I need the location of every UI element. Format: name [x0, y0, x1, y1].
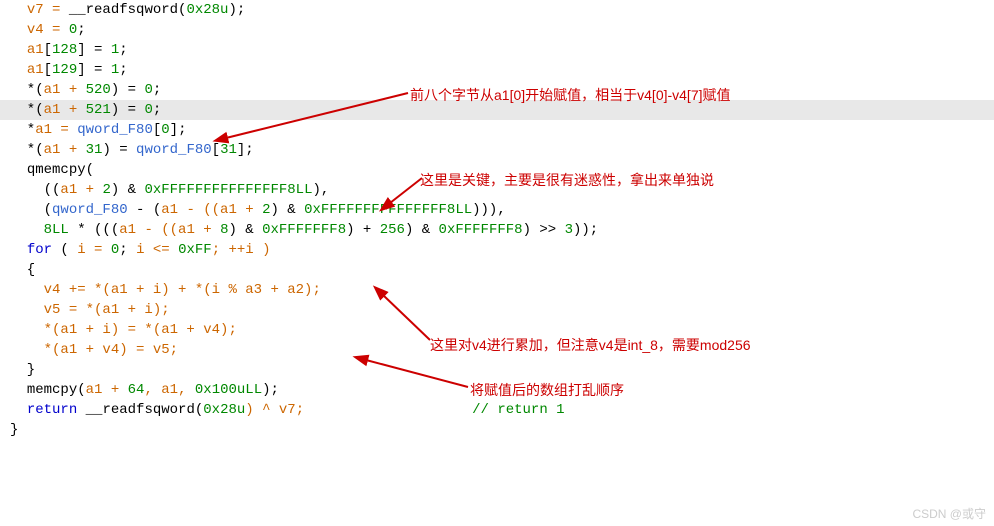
annotation-2: 这里是关键，主要是很有迷惑性，拿出来单独说: [420, 170, 714, 190]
code-line: }: [0, 360, 994, 380]
code-line: *(a1 + 31) = qword_F80[31];: [0, 140, 994, 160]
code-line: v5 = *(a1 + i);: [0, 300, 994, 320]
code-line: v7 = __readfsqword(0x28u);: [0, 0, 994, 20]
arrow-icon: [358, 355, 473, 395]
code-line: for ( i = 0; i <= 0xFF; ++i ): [0, 240, 994, 260]
code-line: return __readfsqword(0x28u) ^ v7; // ret…: [0, 400, 994, 420]
watermark: CSDN @或守: [912, 505, 986, 522]
code-line: a1[128] = 1;: [0, 40, 994, 60]
code-line: *a1 = qword_F80[0];: [0, 120, 994, 140]
arrow-icon: [382, 175, 432, 210]
code-line: v4 += *(a1 + i) + *(i % a3 + a2);: [0, 280, 994, 300]
code-line: (qword_F80 - (a1 - ((a1 + 2) & 0xFFFFFFF…: [0, 200, 994, 220]
annotation-1: 前八个字节从a1[0]开始赋值，相当于v4[0]-v4[7]赋值: [410, 85, 731, 105]
arrow-icon: [218, 90, 418, 145]
code-line: a1[129] = 1;: [0, 60, 994, 80]
arrow-icon: [375, 290, 435, 345]
code-line: {: [0, 260, 994, 280]
annotation-4: 将赋值后的数组打乱顺序: [470, 380, 624, 400]
code-line: v4 = 0;: [0, 20, 994, 40]
code-line: }: [0, 420, 994, 440]
code-line: 8LL * (((a1 - ((a1 + 8) & 0xFFFFFFF8) + …: [0, 220, 994, 240]
annotation-3: 这里对v4进行累加，但注意v4是int_8，需要mod256: [430, 335, 751, 355]
